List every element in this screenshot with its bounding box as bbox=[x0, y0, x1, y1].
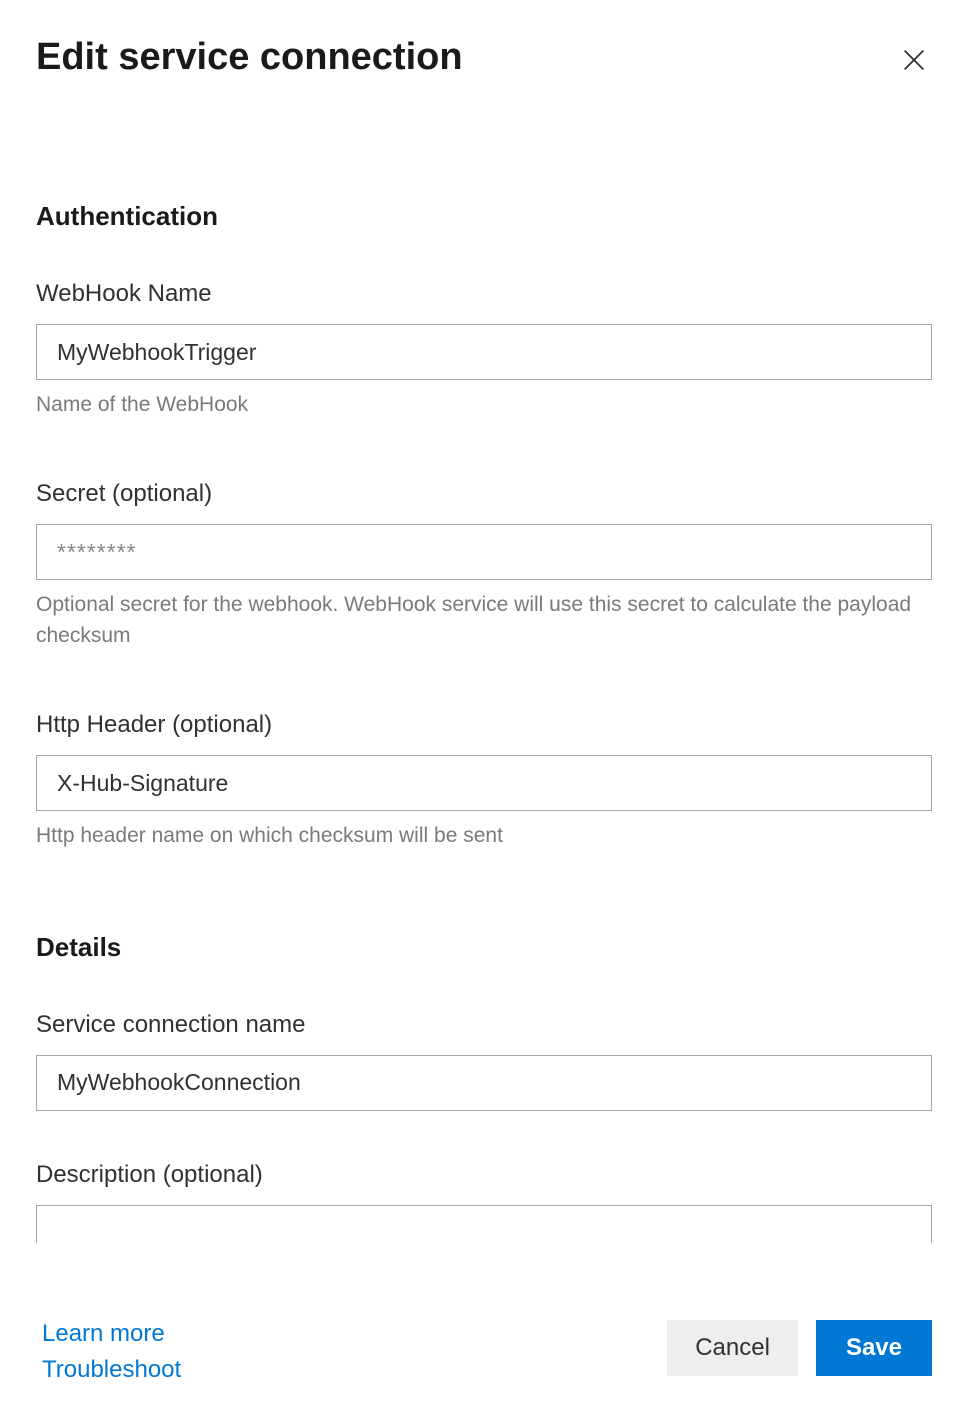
secret-field-group: Secret (optional) Optional secret for th… bbox=[36, 480, 932, 651]
description-field-group: Description (optional) bbox=[36, 1161, 932, 1243]
learn-more-link[interactable]: Learn more bbox=[42, 1320, 181, 1348]
dialog-title: Edit service connection bbox=[36, 36, 463, 79]
webhook-name-field-group: WebHook Name Name of the WebHook bbox=[36, 280, 932, 420]
secret-input[interactable] bbox=[36, 524, 932, 580]
authentication-heading: Authentication bbox=[36, 201, 932, 232]
save-button[interactable]: Save bbox=[816, 1320, 932, 1376]
description-label: Description (optional) bbox=[36, 1161, 932, 1189]
details-heading: Details bbox=[36, 932, 932, 963]
webhook-name-help: Name of the WebHook bbox=[36, 390, 932, 420]
close-icon bbox=[900, 46, 928, 74]
connection-name-field-group: Service connection name bbox=[36, 1011, 932, 1111]
connection-name-label: Service connection name bbox=[36, 1011, 932, 1039]
description-input[interactable] bbox=[36, 1205, 932, 1243]
http-header-input[interactable] bbox=[36, 755, 932, 811]
footer-links: Learn more Troubleshoot bbox=[42, 1320, 181, 1384]
http-header-label: Http Header (optional) bbox=[36, 711, 932, 739]
webhook-name-input[interactable] bbox=[36, 324, 932, 380]
dialog-footer: Learn more Troubleshoot Cancel Save bbox=[0, 1300, 968, 1412]
close-button[interactable] bbox=[896, 42, 932, 81]
connection-name-input[interactable] bbox=[36, 1055, 932, 1111]
footer-buttons: Cancel Save bbox=[667, 1320, 932, 1384]
troubleshoot-link[interactable]: Troubleshoot bbox=[42, 1356, 181, 1384]
webhook-name-label: WebHook Name bbox=[36, 280, 932, 308]
secret-help: Optional secret for the webhook. WebHook… bbox=[36, 590, 932, 651]
http-header-field-group: Http Header (optional) Http header name … bbox=[36, 711, 932, 851]
secret-label: Secret (optional) bbox=[36, 480, 932, 508]
cancel-button[interactable]: Cancel bbox=[667, 1320, 798, 1376]
details-section: Details Service connection name Descript… bbox=[36, 932, 932, 1243]
authentication-section: Authentication WebHook Name Name of the … bbox=[36, 201, 932, 852]
http-header-help: Http header name on which checksum will … bbox=[36, 821, 932, 851]
dialog-header: Edit service connection bbox=[36, 36, 932, 81]
